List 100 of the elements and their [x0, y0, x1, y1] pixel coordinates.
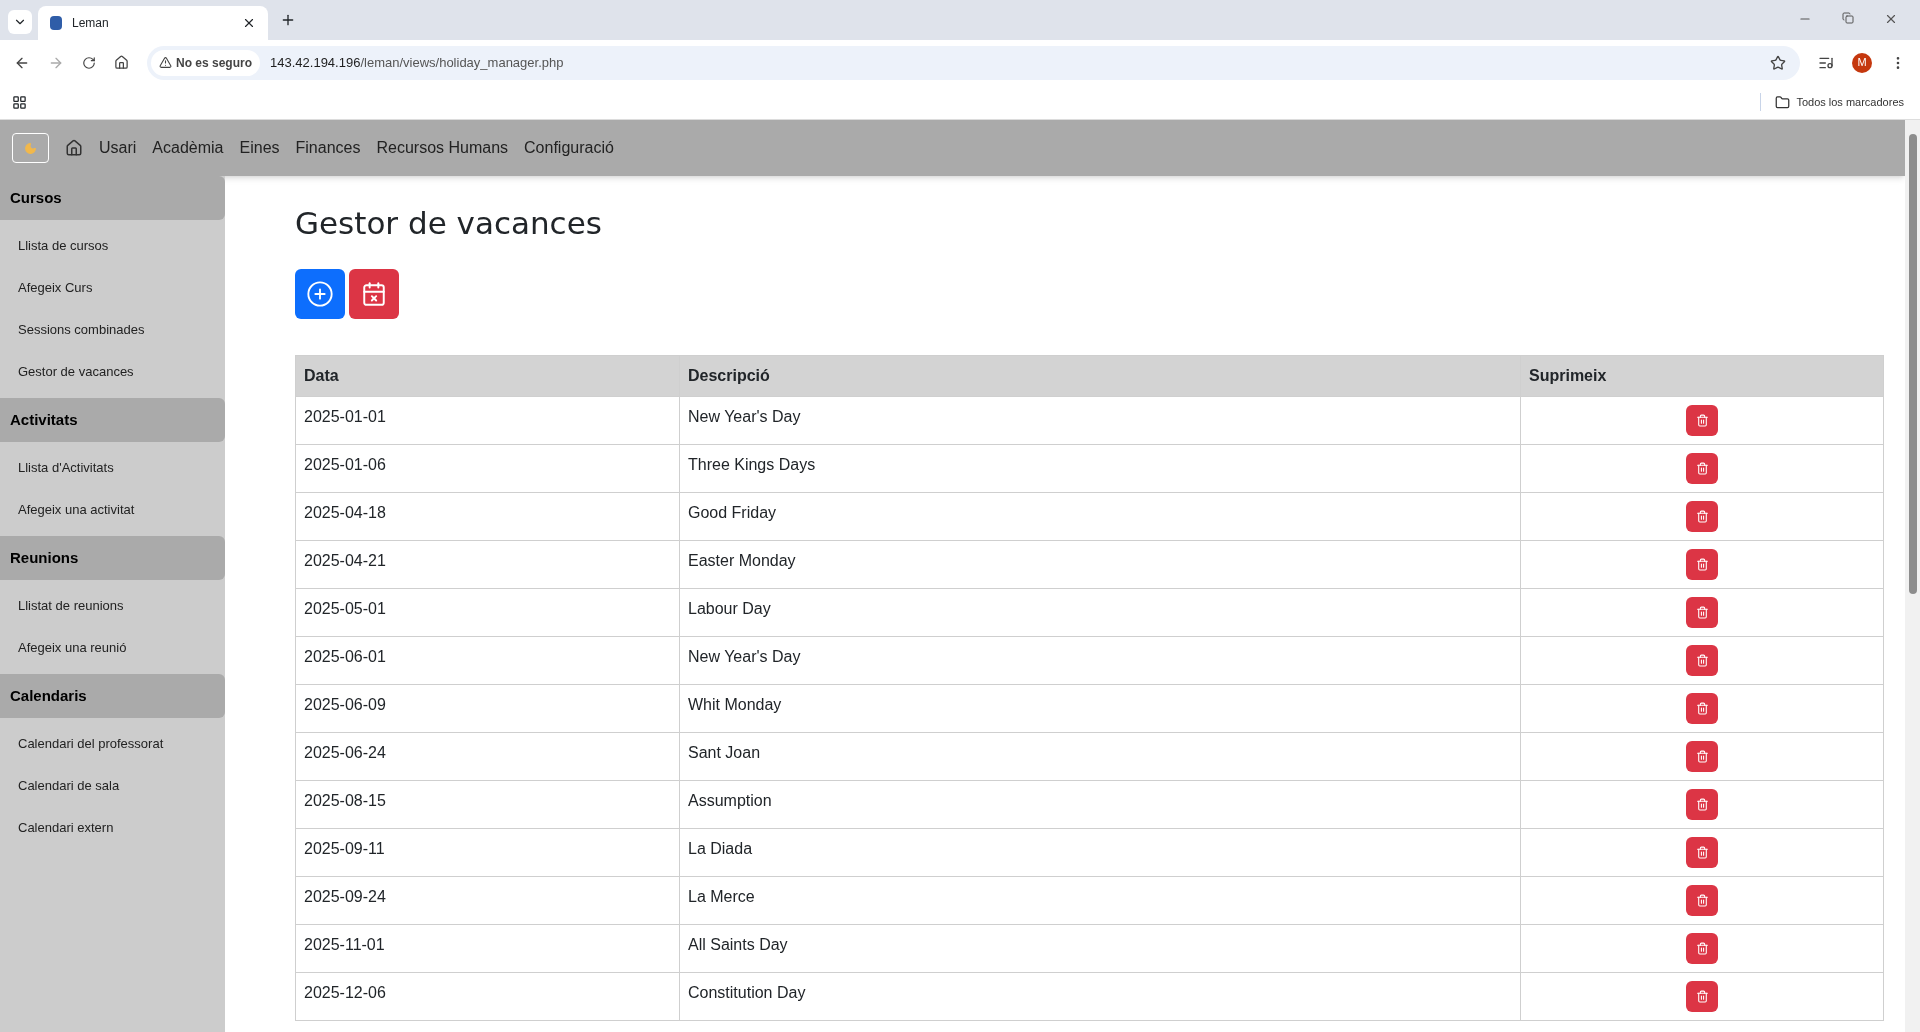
tab-title: Leman	[72, 15, 110, 32]
calendar-x-icon	[361, 280, 387, 307]
clear-calendar-button[interactable]	[349, 268, 399, 319]
sidebar-link[interactable]: Calendari extern	[0, 807, 225, 849]
sidebar-link[interactable]: Llistat de reunions	[0, 585, 225, 627]
site-favicon-icon	[50, 16, 62, 30]
delete-button[interactable]	[1686, 980, 1718, 1012]
restore-icon[interactable]	[1842, 12, 1854, 24]
delete-button[interactable]	[1686, 692, 1718, 724]
security-chip[interactable]: No es seguro	[151, 49, 261, 76]
delete-button[interactable]	[1686, 740, 1718, 772]
nav-link[interactable]: Acadèmia	[152, 136, 224, 160]
table-cell: New Year's Day	[679, 396, 1521, 444]
trash-icon	[1695, 797, 1709, 811]
table-cell: 2025-04-21	[295, 540, 680, 588]
table-cell: 2025-01-01	[295, 396, 680, 444]
trash-icon	[1695, 413, 1709, 427]
table-cell: La Merce	[679, 876, 1521, 924]
trash-icon	[1695, 653, 1709, 667]
close-icon[interactable]	[242, 16, 256, 30]
new-tab-icon[interactable]	[280, 12, 296, 28]
trash-icon	[1695, 893, 1709, 907]
page-title: Gestor de vacances	[295, 204, 602, 243]
trash-icon	[1695, 749, 1709, 763]
table-cell: All Saints Day	[679, 924, 1521, 972]
table-cell: Labour Day	[679, 588, 1521, 636]
column-header: Suprimeix	[1520, 355, 1884, 396]
tab-list-button[interactable]	[8, 10, 32, 34]
sidebar-section-header[interactable]: Cursos	[0, 176, 225, 220]
sidebar-link[interactable]: Llista de cursos	[0, 225, 225, 267]
trash-icon	[1695, 605, 1709, 619]
nav-link[interactable]: Eines	[239, 136, 280, 160]
table-cell: La Diada	[679, 828, 1521, 876]
table-cell: 2025-06-01	[295, 636, 680, 684]
all-bookmarks-button[interactable]: Todos los marcadores	[1775, 93, 1904, 111]
table-cell: New Year's Day	[679, 636, 1521, 684]
sidebar-section-header[interactable]: Activitats	[0, 398, 225, 442]
delete-button[interactable]	[1686, 404, 1718, 436]
table-cell: 2025-01-06	[295, 444, 680, 492]
sidebar-link[interactable]: Gestor de vacances	[0, 351, 225, 393]
trash-icon	[1695, 845, 1709, 859]
browser-tab[interactable]: Leman	[38, 6, 268, 40]
star-icon[interactable]	[1770, 54, 1786, 71]
delete-button[interactable]	[1686, 644, 1718, 676]
table-cell: 2025-05-01	[295, 588, 680, 636]
nav-link[interactable]: Configuració	[524, 136, 614, 160]
moon-icon	[24, 141, 37, 155]
home-icon[interactable]	[65, 139, 83, 157]
sidebar-link[interactable]: Afegeix una reunió	[0, 627, 225, 669]
table-cell: 2025-09-24	[295, 876, 680, 924]
table-cell: 2025-04-18	[295, 492, 680, 540]
table-cell: Assumption	[679, 780, 1521, 828]
delete-button[interactable]	[1686, 836, 1718, 868]
column-header: Descripció	[679, 355, 1521, 396]
sidebar-link[interactable]: Sessions combinades	[0, 309, 225, 351]
table-cell: 2025-12-06	[295, 972, 680, 1020]
apps-grid-icon[interactable]	[12, 94, 27, 110]
add-holiday-button[interactable]	[295, 268, 345, 319]
nav-link[interactable]: Usari	[99, 136, 137, 160]
sidebar-link[interactable]: Calendari de sala	[0, 765, 225, 807]
delete-button[interactable]	[1686, 884, 1718, 916]
plus-circle-icon	[306, 279, 334, 308]
reload-icon[interactable]	[82, 55, 96, 70]
delete-button[interactable]	[1686, 596, 1718, 628]
close-window-icon[interactable]	[1884, 12, 1898, 26]
table-cell: 2025-08-15	[295, 780, 680, 828]
table-cell: 2025-06-09	[295, 684, 680, 732]
home-icon[interactable]	[114, 55, 129, 70]
trash-icon	[1695, 701, 1709, 715]
table-cell: Good Friday	[679, 492, 1521, 540]
delete-button[interactable]	[1686, 500, 1718, 532]
trash-icon	[1695, 989, 1709, 1003]
delete-button[interactable]	[1686, 932, 1718, 964]
trash-icon	[1695, 557, 1709, 571]
sidebar-section-header[interactable]: Reunions	[0, 536, 225, 580]
table-cell: Constitution Day	[679, 972, 1521, 1020]
nav-link[interactable]: Recursos Humans	[376, 136, 509, 160]
table-cell: Sant Joan	[679, 732, 1521, 780]
url-text: 143.42.194.196/leman/views/holiday_manager.php	[270, 53, 565, 72]
delete-button[interactable]	[1686, 548, 1718, 580]
delete-button[interactable]	[1686, 452, 1718, 484]
table-cell: 2025-09-11	[295, 828, 680, 876]
warning-icon	[159, 56, 172, 69]
column-header: Data	[295, 355, 680, 396]
sidebar-section-header[interactable]: Calendaris	[0, 674, 225, 718]
table-cell: Easter Monday	[679, 540, 1521, 588]
trash-icon	[1695, 509, 1709, 523]
theme-toggle-button[interactable]	[12, 133, 49, 163]
nav-link[interactable]: Finances	[295, 136, 361, 160]
security-label: No es seguro	[176, 54, 253, 72]
delete-button[interactable]	[1686, 788, 1718, 820]
profile-avatar[interactable]: M	[1852, 52, 1872, 73]
folder-icon	[1775, 94, 1791, 110]
address-bar[interactable]: No es seguro 143.42.194.196/leman/views/holiday_manager.php	[147, 45, 1800, 80]
trash-icon	[1695, 461, 1709, 475]
sidebar-link[interactable]: Afegeix una activitat	[0, 489, 225, 531]
table-cell: 2025-11-01	[295, 924, 680, 972]
sidebar-link[interactable]: Llista d'Activitats	[0, 447, 225, 489]
sidebar-link[interactable]: Calendari del professorat	[0, 723, 225, 765]
sidebar-link[interactable]: Afegeix Curs	[0, 267, 225, 309]
